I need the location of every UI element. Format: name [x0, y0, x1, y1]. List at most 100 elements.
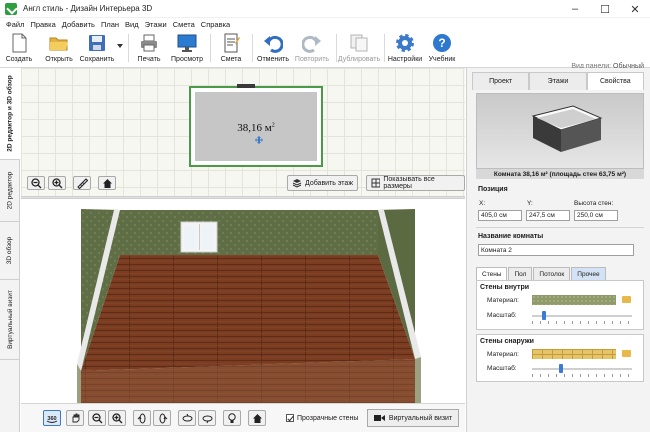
rotate-left-icon [137, 413, 145, 423]
subtab-walls[interactable]: Стены [476, 267, 508, 280]
home-button[interactable] [98, 176, 116, 190]
add-floor-button[interactable]: Добавить этаж [287, 175, 359, 191]
rotate-right-button[interactable] [153, 410, 171, 426]
estimate-button[interactable]: Смета [216, 32, 246, 66]
outside-material-swatch[interactable] [532, 349, 616, 359]
room-3d-render[interactable] [21, 199, 465, 403]
room-name-field[interactable]: Комната 2 [478, 244, 634, 256]
undo-button[interactable]: Отменить [256, 32, 290, 66]
tab-virtual-visit[interactable]: Виртуальный визит [0, 280, 20, 360]
slider-ticks [532, 321, 632, 324]
outside-scale-thumb[interactable] [559, 364, 563, 373]
virtual-visit-button[interactable]: Виртуальный визит [367, 409, 459, 427]
tutorial-button[interactable]: ? Учебник [426, 32, 458, 66]
rotate-right-icon [159, 413, 167, 423]
floor-3d [81, 255, 415, 371]
subtab-other[interactable]: Прочее [571, 267, 606, 280]
chevron-down-icon [117, 44, 123, 48]
inside-scale-label: Масштаб: [487, 312, 517, 319]
inside-material-swatch[interactable] [532, 295, 616, 305]
zoom-out-3d-button[interactable] [88, 410, 106, 426]
move-arrows-icon[interactable] [255, 136, 263, 144]
tab-3d-view[interactable]: 3D обзор [0, 222, 20, 280]
menu-add[interactable]: Добавить [62, 20, 95, 29]
wall-height-field[interactable]: 250,0 см [574, 210, 618, 221]
view-mode-tabs: 2D редактор и 3D обзор 2D редактор 3D об… [0, 68, 20, 432]
window-controls: – ☐ ✕ [560, 0, 650, 18]
home-3d-button[interactable] [248, 410, 266, 426]
minimize-button[interactable]: – [560, 0, 590, 18]
toolbar-separator [384, 34, 385, 62]
redo-button[interactable]: Повторить [294, 32, 330, 66]
walls-inside-heading: Стены внутри [480, 284, 530, 291]
menu-file[interactable]: Файл [6, 20, 24, 29]
zoom-in-3d-button[interactable] [108, 410, 126, 426]
menu-floors[interactable]: Этажи [145, 20, 167, 29]
menu-help[interactable]: Справка [201, 20, 230, 29]
close-button[interactable]: ✕ [620, 0, 650, 18]
subtab-ceiling[interactable]: Потолок [533, 267, 571, 280]
duplicate-icon [349, 33, 369, 53]
hand-button[interactable] [66, 410, 84, 426]
home-icon [102, 178, 112, 188]
subtab-floor[interactable]: Пол [508, 267, 533, 280]
tab-floors[interactable]: Этажи [529, 72, 587, 90]
zoom-out-icon [91, 412, 102, 423]
back-wall [120, 210, 378, 255]
folder-icon[interactable] [622, 350, 631, 357]
ruler-button[interactable] [73, 176, 91, 190]
show-dimensions-button[interactable]: Показывать все размеры [366, 175, 465, 191]
view-3d-canvas[interactable] [21, 199, 465, 403]
duplicate-button[interactable]: Дублировать [338, 32, 380, 66]
transparent-walls-checkbox[interactable]: Прозрачные стены [286, 414, 358, 422]
maximize-button[interactable]: ☐ [590, 0, 620, 18]
zoom-out-button[interactable] [27, 176, 45, 190]
ruler-icon [76, 177, 88, 189]
y-field[interactable]: 247,5 см [526, 210, 570, 221]
outside-scale-label: Масштаб: [487, 365, 517, 372]
tab-2d-editor[interactable]: 2D редактор [0, 160, 20, 222]
print-button[interactable]: Печать [134, 32, 164, 66]
zoom-in-icon [111, 412, 122, 423]
tab-project[interactable]: Проект [472, 72, 530, 90]
menu-estimate[interactable]: Смета [173, 20, 195, 29]
menu-plan[interactable]: План [101, 20, 119, 29]
rotate-left-button[interactable] [133, 410, 151, 426]
folder-icon[interactable] [622, 296, 631, 303]
save-button[interactable]: Сохранить [80, 32, 114, 66]
tab-properties[interactable]: Свойства [586, 72, 644, 90]
room-2d[interactable]: 38,16 м2 [189, 84, 323, 167]
settings-button[interactable]: Настройки [388, 32, 422, 66]
zoom-in-button[interactable] [48, 176, 66, 190]
walls-outside-group: Стены снаружи Материал: Масштаб: [476, 334, 644, 382]
save-dropdown[interactable] [116, 32, 124, 66]
preview-button[interactable]: Просмотр [170, 32, 204, 66]
inside-material-label: Материал: [487, 297, 519, 304]
svg-text:360: 360 [47, 416, 56, 422]
plan-2d-canvas[interactable]: 38,16 м2 Добавить этаж Показывать все ра… [21, 68, 465, 196]
open-button[interactable]: Открыть [42, 32, 76, 66]
room-preview [476, 93, 644, 169]
room-area-label: 38,16 м2 [237, 122, 275, 134]
room-caption: Комната 38,16 м² (площадь стен 63,75 м²) [476, 169, 644, 179]
menu-view[interactable]: Вид [125, 20, 139, 29]
lighting-button[interactable] [223, 410, 241, 426]
tab-2d-3d[interactable]: 2D редактор и 3D обзор [0, 68, 20, 160]
rotate-360-icon: 360 [46, 416, 58, 423]
create-button[interactable]: Создать [4, 32, 34, 66]
menu-edit[interactable]: Правка [30, 20, 55, 29]
tilt-up-button[interactable] [178, 410, 196, 426]
inside-scale-slider[interactable] [532, 315, 632, 317]
zoom-out-icon [30, 177, 41, 188]
inside-scale-thumb[interactable] [542, 311, 546, 320]
toolbar-separator [128, 34, 129, 62]
outside-scale-slider[interactable] [532, 368, 632, 370]
zoom-in-icon [51, 177, 62, 188]
tilt-up-icon [182, 413, 192, 421]
rotate-360-button[interactable]: 360 [43, 410, 61, 426]
front-wall-edge-right [415, 357, 421, 403]
plan-zoom-controls [27, 176, 116, 190]
x-field[interactable]: 405,0 см [478, 210, 522, 221]
tilt-down-button[interactable] [198, 410, 216, 426]
window-frame [199, 224, 200, 250]
